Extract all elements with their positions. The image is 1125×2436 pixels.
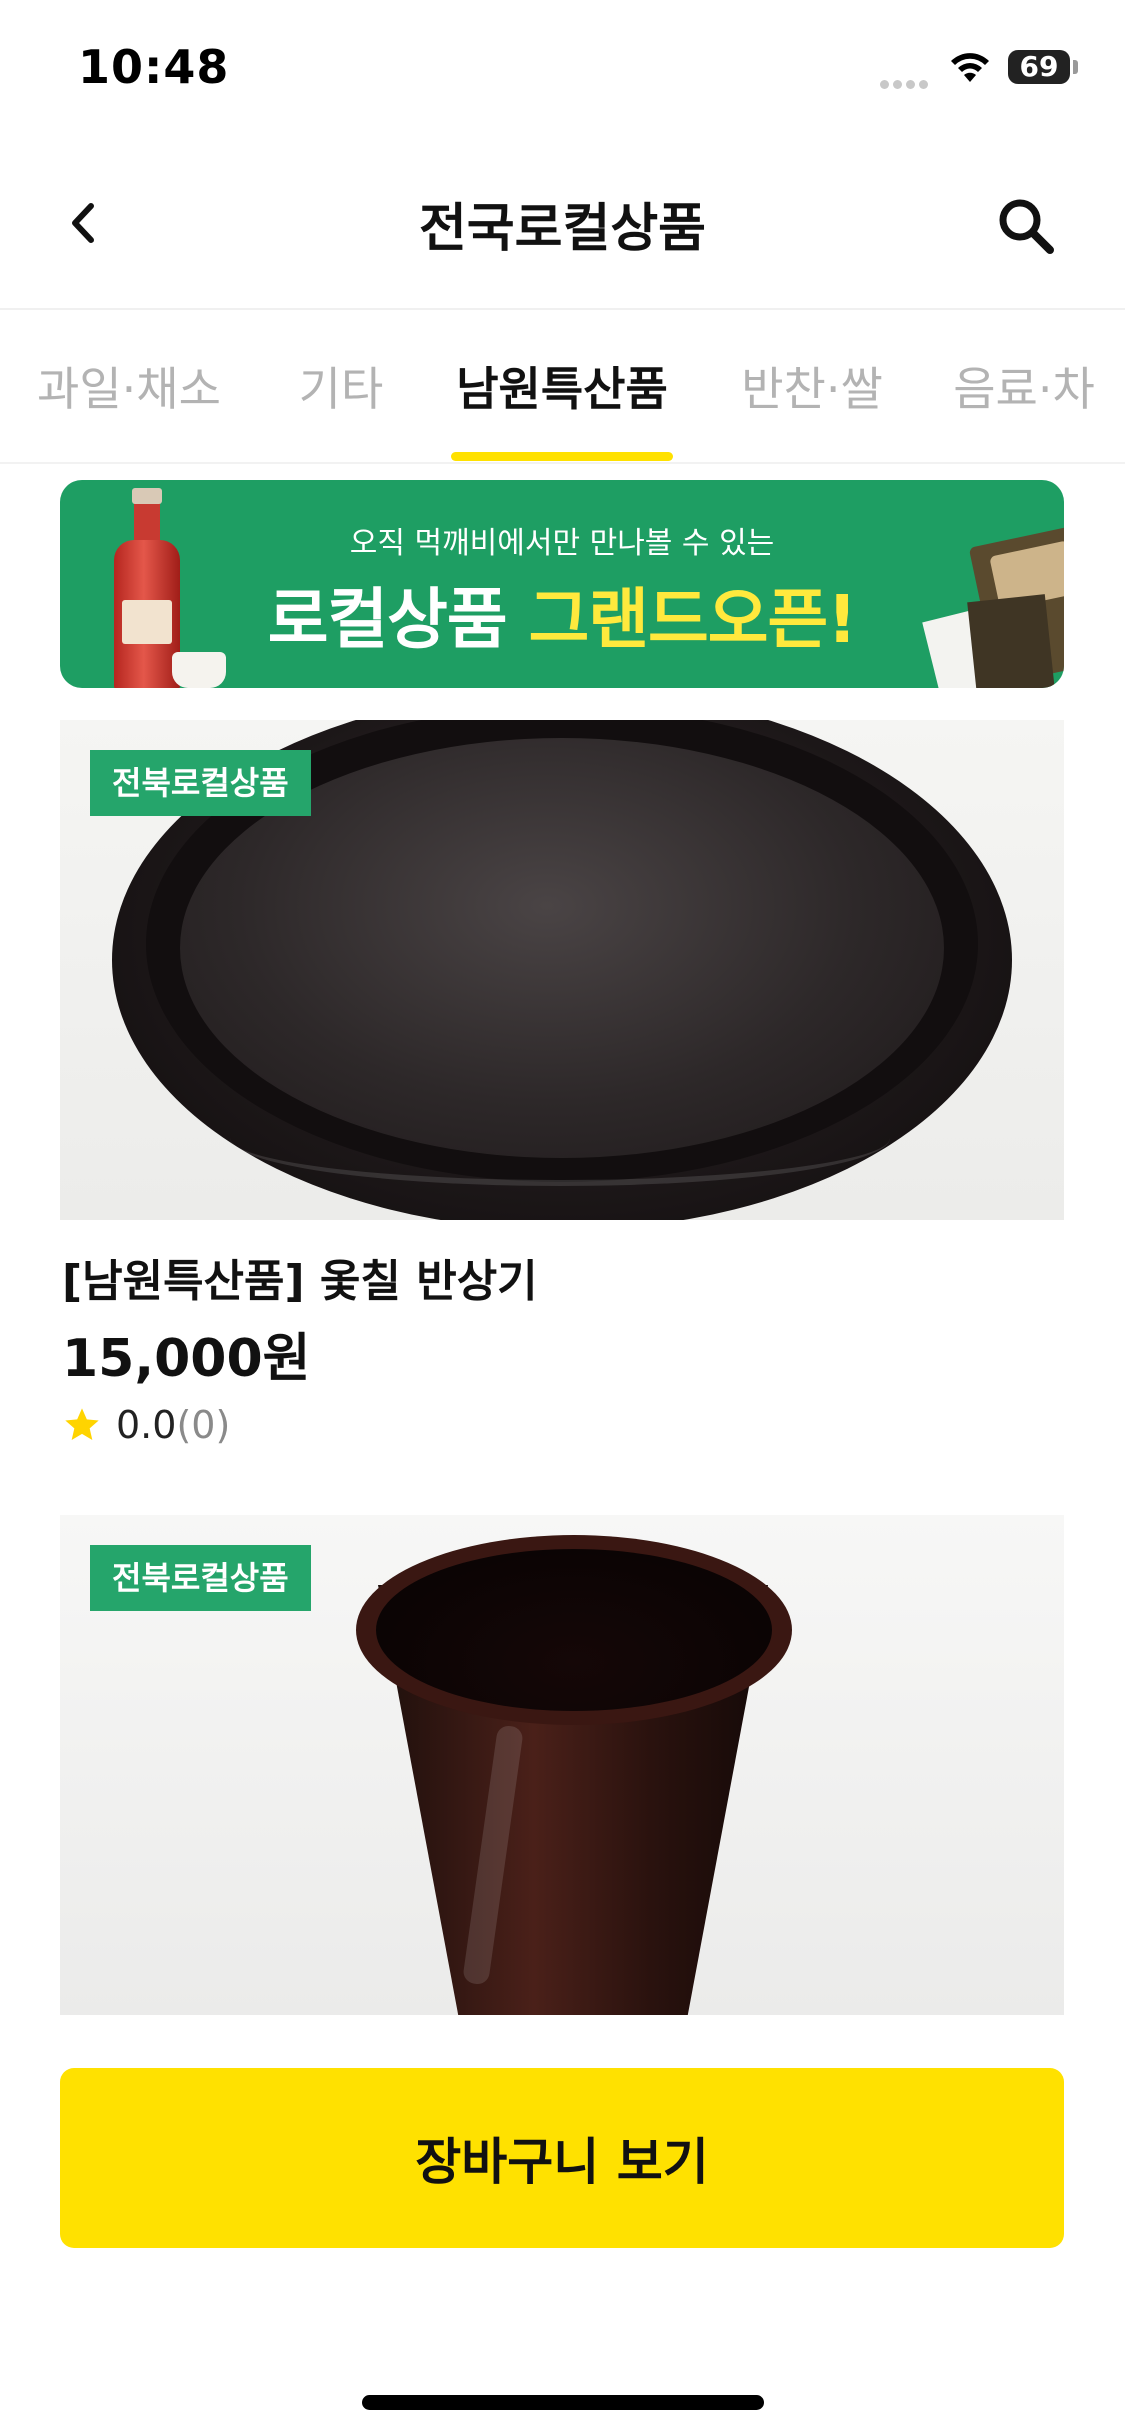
- tab-fruit-vegetable[interactable]: 과일·채소: [24, 310, 234, 462]
- banner-title-main: 로컬상품: [267, 581, 508, 658]
- product-badge: 전북로컬상품: [90, 1545, 311, 1611]
- tray-highlight: [230, 1090, 890, 1186]
- status-bar: 10:48 69: [0, 0, 1125, 140]
- search-icon: [999, 199, 1054, 254]
- product-badge: 전북로컬상품: [90, 750, 311, 816]
- product-image[interactable]: 전북로컬상품: [60, 1515, 1064, 2015]
- view-cart-button[interactable]: 장바구니 보기: [60, 2068, 1064, 2248]
- home-indicator[interactable]: [362, 2395, 764, 2410]
- banner-title: 로컬상품 그랜드오픈!: [60, 566, 1064, 662]
- tab-drink-tea[interactable]: 음료·차: [944, 310, 1104, 462]
- tab-namwon-specialty[interactable]: 남원특산품: [446, 310, 678, 462]
- product-rating: 0.0 (0): [62, 1400, 230, 1450]
- category-tabs: 과일·채소 기타 남원특산품 반찬·쌀 음료·차: [0, 310, 1125, 462]
- bottle-cap: [132, 488, 162, 504]
- active-tab-indicator: [451, 452, 673, 461]
- banner-title-highlight: 그랜드오픈!: [528, 581, 858, 658]
- banner-subtitle: 오직 먹깨비에서만 만나볼 수 있는: [349, 526, 775, 561]
- product-image[interactable]: 전북로컬상품: [60, 720, 1064, 1220]
- review-count: (0): [176, 1403, 231, 1447]
- product-name[interactable]: [남원특산품] 옻칠 반상기: [62, 1245, 538, 1309]
- tabs-divider: [0, 462, 1125, 464]
- page-title: 전국로컬상품: [418, 199, 707, 259]
- promo-banner[interactable]: 오직 먹깨비에서만 만나볼 수 있는 로컬상품 그랜드오픈!: [60, 480, 1064, 688]
- search-button[interactable]: [988, 188, 1064, 264]
- wifi-icon: [951, 53, 989, 82]
- tab-side-dish-rice[interactable]: 반찬·쌀: [732, 310, 892, 462]
- product-price: 15,000원: [62, 1329, 311, 1389]
- status-time: 10:48: [78, 40, 230, 94]
- battery-icon: 69: [1008, 50, 1070, 84]
- tab-etc[interactable]: 기타: [286, 310, 396, 462]
- nav-header: 전국로컬상품: [0, 150, 1125, 300]
- battery-cap: [1073, 60, 1078, 74]
- rating-score: 0.0: [116, 1403, 177, 1447]
- cup-mouth: [376, 1549, 772, 1711]
- star-icon: [65, 1408, 99, 1440]
- cellular-signal-icon: [880, 74, 932, 89]
